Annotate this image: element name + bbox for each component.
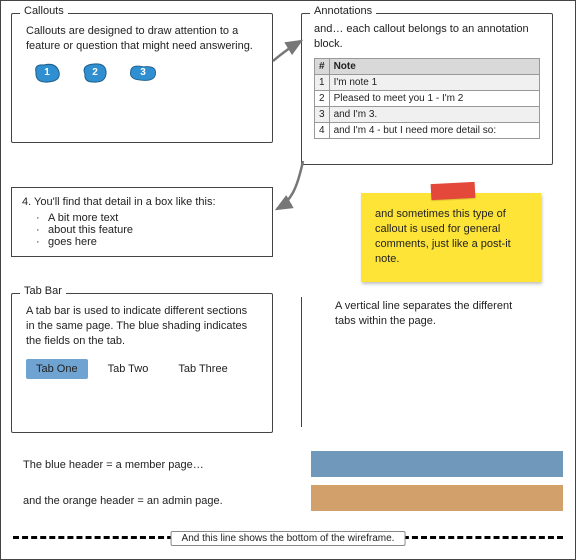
blue-header-label: The blue header = a member page… bbox=[23, 459, 204, 471]
list-item: goes here bbox=[40, 236, 262, 248]
blue-header-bar bbox=[311, 451, 563, 477]
callout-blobs: 1 2 3 bbox=[26, 62, 258, 84]
orange-header-bar bbox=[311, 485, 563, 511]
wireframe-legend-page: Callouts Callouts are designed to draw a… bbox=[0, 0, 576, 560]
callout-blob-1: 1 bbox=[32, 62, 62, 84]
wireframe-bottom-label: And this line shows the bottom of the wi… bbox=[171, 531, 406, 546]
list-item: about this feature bbox=[40, 224, 262, 236]
table-row: 3 and I'm 3. bbox=[315, 106, 540, 122]
detail-title: 4. You'll find that detail in a box like… bbox=[22, 196, 262, 208]
tabs-row: Tab One Tab Two Tab Three bbox=[26, 359, 258, 379]
annotations-legend: Annotations bbox=[310, 5, 376, 17]
arrow-annotations-to-detail bbox=[277, 161, 303, 209]
callout-blob-2: 2 bbox=[80, 62, 110, 84]
anno-col-note: Note bbox=[329, 58, 539, 74]
detail-box: 4. You'll find that detail in a box like… bbox=[11, 187, 273, 257]
list-item: A bit more text bbox=[40, 212, 262, 224]
annotations-table: # Note 1 I'm note 1 2 Pleased to meet yo… bbox=[314, 58, 540, 139]
sticky-note: and sometimes this type of callout is us… bbox=[361, 193, 541, 282]
tabbar-text: A tab bar is used to indicate different … bbox=[26, 304, 258, 349]
vertical-separator-text: A vertical line separates the different … bbox=[335, 299, 525, 329]
sticky-tape bbox=[431, 182, 476, 200]
annotations-section: Annotations and… each callout belongs to… bbox=[301, 13, 553, 165]
callouts-legend: Callouts bbox=[20, 5, 68, 17]
arrow-callouts-to-annotations bbox=[273, 41, 301, 61]
callouts-text: Callouts are designed to draw attention … bbox=[26, 24, 258, 54]
tab-three[interactable]: Tab Three bbox=[168, 359, 237, 379]
callouts-section: Callouts Callouts are designed to draw a… bbox=[11, 13, 273, 143]
tab-one[interactable]: Tab One bbox=[26, 359, 88, 379]
table-row: 2 Pleased to meet you 1 - I'm 2 bbox=[315, 90, 540, 106]
anno-col-num: # bbox=[315, 58, 330, 74]
annotations-text: and… each callout belongs to an annotati… bbox=[314, 22, 540, 52]
table-row: 1 I'm note 1 bbox=[315, 74, 540, 90]
vertical-separator bbox=[301, 297, 302, 427]
orange-header-label: and the orange header = an admin page. bbox=[23, 495, 223, 507]
tabbar-legend: Tab Bar bbox=[20, 285, 66, 297]
sticky-body: and sometimes this type of callout is us… bbox=[361, 193, 541, 282]
callout-blob-3: 3 bbox=[128, 62, 158, 84]
tabbar-section: Tab Bar A tab bar is used to indicate di… bbox=[11, 293, 273, 433]
table-row: 4 and I'm 4 - but I need more detail so: bbox=[315, 122, 540, 138]
tab-two[interactable]: Tab Two bbox=[98, 359, 159, 379]
